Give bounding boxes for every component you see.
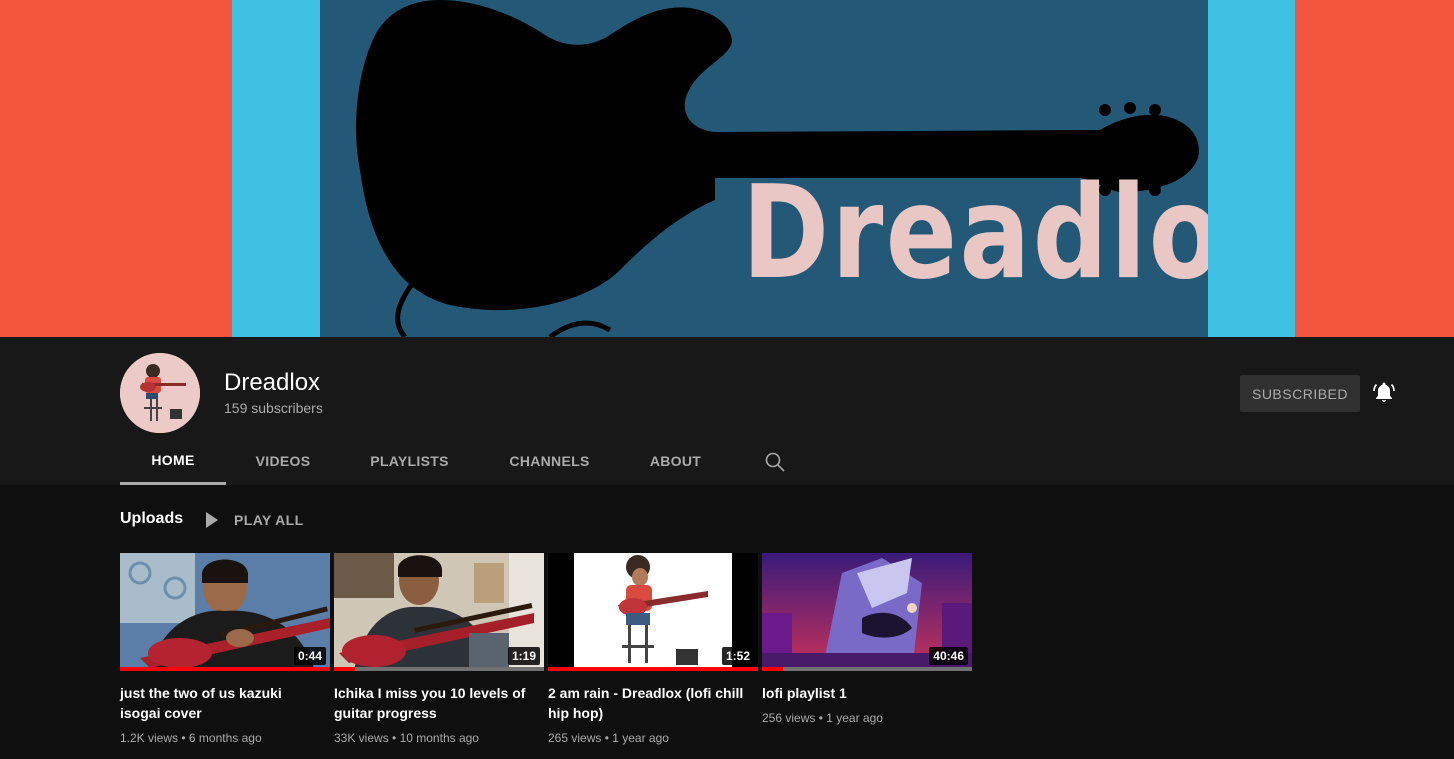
video-title[interactable]: lofi playlist 1 bbox=[762, 683, 962, 703]
video-duration: 40:46 bbox=[929, 647, 968, 665]
video-title[interactable]: Ichika I miss you 10 levels of guitar pr… bbox=[334, 683, 534, 723]
video-age: 10 months ago bbox=[399, 731, 479, 745]
watch-progress-fill bbox=[762, 667, 783, 671]
video-views: 256 views bbox=[762, 711, 816, 725]
subscribed-button[interactable]: SUBSCRIBED bbox=[1240, 375, 1360, 412]
video-card[interactable]: 1:52 2 am rain - Dreadlox (lofi chill hi… bbox=[548, 553, 758, 745]
banner-title: Dreadlox bbox=[742, 159, 1208, 308]
watch-progress-fill bbox=[548, 667, 758, 671]
video-title[interactable]: 2 am rain - Dreadlox (lofi chill hip hop… bbox=[548, 683, 748, 723]
channel-banner: Dreadlox bbox=[0, 0, 1454, 337]
search-icon[interactable] bbox=[764, 451, 786, 473]
video-duration: 0:44 bbox=[293, 647, 326, 665]
tab-about[interactable]: ABOUT bbox=[620, 437, 731, 485]
notification-bell-icon[interactable] bbox=[1372, 380, 1396, 404]
tab-channels[interactable]: CHANNELS bbox=[479, 437, 620, 485]
video-views: 1.2K views bbox=[120, 731, 179, 745]
play-all-button[interactable]: PLAY ALL bbox=[206, 510, 304, 530]
watch-progress-bar bbox=[120, 667, 330, 671]
video-age: 1 year ago bbox=[826, 711, 883, 725]
video-card[interactable]: 1:19 Ichika I miss you 10 levels of guit… bbox=[334, 553, 544, 745]
channel-name[interactable]: Dreadlox bbox=[224, 369, 320, 397]
video-views: 33K views bbox=[334, 731, 389, 745]
watch-progress-bar bbox=[334, 667, 544, 671]
video-thumbnail[interactable]: 1:19 bbox=[334, 553, 544, 671]
play-all-label: PLAY ALL bbox=[234, 512, 304, 528]
video-thumbnail[interactable]: 0:44 bbox=[120, 553, 330, 671]
video-card[interactable]: 0:44 just the two of us kazuki isogai co… bbox=[120, 553, 330, 745]
video-age: 1 year ago bbox=[612, 731, 669, 745]
watch-progress-bar bbox=[762, 667, 972, 671]
banner-stripe-left bbox=[232, 0, 320, 337]
tab-home[interactable]: HOME bbox=[120, 437, 226, 485]
watch-progress-fill bbox=[334, 667, 355, 671]
play-icon bbox=[206, 512, 218, 528]
video-meta: 33K views • 10 months ago bbox=[334, 731, 479, 745]
video-duration: 1:52 bbox=[721, 647, 754, 665]
watch-progress-fill bbox=[120, 667, 330, 671]
watch-progress-bar bbox=[548, 667, 758, 671]
video-age: 6 months ago bbox=[188, 731, 262, 745]
uploads-section-title[interactable]: Uploads bbox=[120, 510, 183, 528]
banner-art: Dreadlox bbox=[320, 0, 1208, 337]
video-views: 265 views bbox=[548, 731, 602, 745]
video-meta: 1.2K views • 6 months ago bbox=[120, 731, 262, 745]
tab-playlists[interactable]: PLAYLISTS bbox=[340, 437, 479, 485]
video-meta: 256 views • 1 year ago bbox=[762, 711, 883, 725]
subscriber-count: 159 subscribers bbox=[224, 400, 323, 416]
video-meta: 265 views • 1 year ago bbox=[548, 731, 669, 745]
avatar[interactable] bbox=[120, 353, 200, 433]
video-title[interactable]: just the two of us kazuki isogai cover bbox=[120, 683, 320, 723]
video-thumbnail[interactable]: 40:46 bbox=[762, 553, 972, 671]
channel-header: Dreadlox 159 subscribers SUBSCRIBED HOME… bbox=[0, 337, 1454, 485]
video-thumbnail[interactable]: 1:52 bbox=[548, 553, 758, 671]
banner-stripe-right bbox=[1208, 0, 1295, 337]
video-duration: 1:19 bbox=[507, 647, 540, 665]
tab-videos[interactable]: VIDEOS bbox=[226, 437, 340, 485]
avatar-illustration-icon bbox=[120, 353, 200, 433]
video-card[interactable]: 40:46 lofi playlist 1 256 views • 1 year… bbox=[762, 553, 972, 725]
